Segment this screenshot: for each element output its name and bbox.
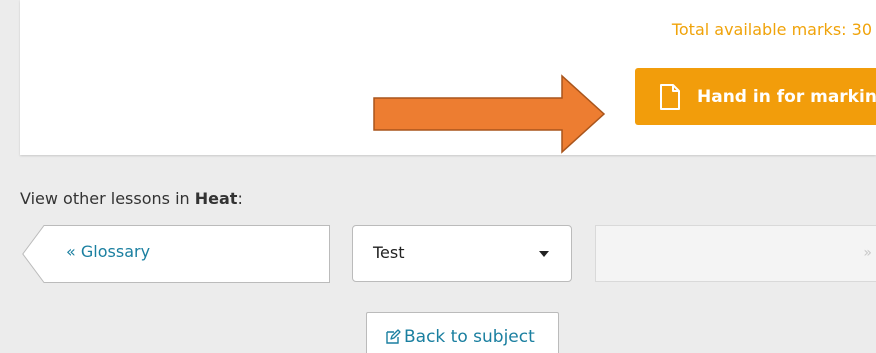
hand-in-for-marking-button[interactable]: Hand in for marking: [635, 68, 876, 125]
previous-lesson-label: « Glossary: [66, 242, 151, 261]
back-to-subject-label: Back to subject: [404, 327, 535, 347]
next-lesson-arrow: »: [863, 245, 872, 261]
page: Total available marks: 30 Hand in for ma…: [0, 0, 876, 353]
annotation-arrow: [373, 74, 606, 154]
chevron-down-icon: [539, 251, 549, 257]
back-to-subject-button[interactable]: Back to subject: [366, 312, 559, 353]
previous-lesson-button[interactable]: « Glossary: [22, 225, 330, 283]
document-icon: [659, 83, 681, 110]
total-marks-text: Total available marks: 30: [671, 20, 872, 39]
selected-lesson-value: Test: [373, 243, 405, 262]
next-lesson-button[interactable]: »: [595, 225, 876, 282]
lesson-select-dropdown[interactable]: Test: [352, 225, 572, 282]
view-other-lessons-text: View other lessons in Heat:: [20, 189, 243, 208]
hand-in-label: Hand in for marking: [697, 86, 876, 107]
back-edit-icon: [386, 329, 401, 344]
topic-name: Heat: [194, 189, 238, 208]
